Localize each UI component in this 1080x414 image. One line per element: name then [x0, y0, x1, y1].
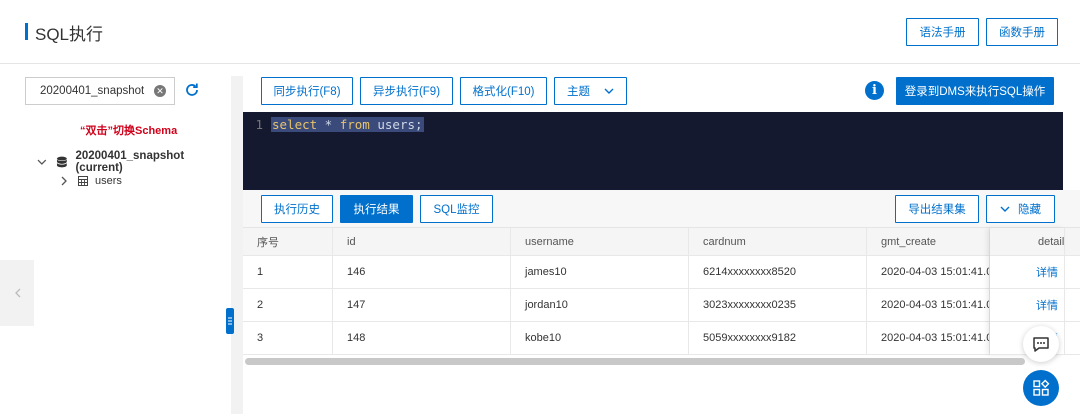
column-header[interactable]: id	[333, 228, 511, 255]
chevron-down-icon[interactable]	[36, 156, 48, 168]
table-cell: 3	[243, 322, 333, 354]
table-cell: 2	[243, 289, 333, 321]
title-accent-bar	[25, 23, 28, 40]
function-manual-button[interactable]: 函数手册	[986, 18, 1058, 46]
tree-item-users-label: users	[95, 175, 122, 187]
table-cell: jordan10	[511, 289, 689, 321]
tree-item-schema[interactable]: 20200401_snapshot (current)	[36, 150, 231, 174]
schema-select-value: 20200401_snapshot	[40, 85, 145, 97]
column-header[interactable]: username	[511, 228, 689, 255]
table-row: 2 147 jordan10 3023xxxxxxxx0235 2020-04-…	[243, 289, 1080, 322]
refresh-icon[interactable]	[184, 82, 200, 98]
page-title: SQL执行	[35, 25, 104, 44]
horizontal-scrollbar[interactable]	[245, 358, 1025, 365]
table-cell: 2020-04-03 15:01:41.0	[867, 256, 990, 288]
table-cell: 2020-04-03 15:01:41.0	[867, 322, 990, 354]
column-header[interactable]: 序号	[243, 228, 333, 255]
table-row: 1 146 james10 6214xxxxxxxx8520 2020-04-0…	[243, 256, 1080, 289]
sql-execution-page: SQL执行 语法手册 函数手册 20200401_snapshot ✕ “双击”…	[0, 0, 1080, 414]
apps-icon	[1033, 379, 1050, 396]
table-cell: 6214xxxxxxxx8520	[689, 256, 867, 288]
table-cell: james10	[511, 256, 689, 288]
clear-icon[interactable]: ✕	[154, 85, 166, 97]
hide-label: 隐藏	[1018, 204, 1041, 216]
chat-icon	[1033, 337, 1049, 352]
table-cell: 2020-04-03 15:01:41.0	[867, 289, 990, 321]
column-header[interactable]: cardnum	[689, 228, 867, 255]
syntax-manual-button[interactable]: 语法手册	[906, 18, 979, 46]
theme-dropdown[interactable]: 主题	[554, 77, 627, 105]
sql-editor[interactable]: 1 select * from users;	[243, 112, 1063, 190]
keyword-select: select	[272, 117, 318, 132]
page-header: SQL执行 语法手册 函数手册	[0, 0, 1080, 64]
chevron-right-icon[interactable]	[58, 175, 70, 187]
table-cell: 3023xxxxxxxx0235	[689, 289, 867, 321]
tree-item-users[interactable]: users	[58, 175, 122, 187]
login-dms-button[interactable]: 登录到DMS来执行SQL操作	[896, 77, 1054, 105]
column-header[interactable]: gmt_create	[867, 228, 990, 255]
apps-fab-button[interactable]	[1023, 370, 1059, 406]
format-button[interactable]: 格式化(F10)	[460, 77, 547, 105]
hide-results-button[interactable]: 隐藏	[986, 195, 1055, 223]
table-header-row: 序号 id username cardnum gmt_create detail	[243, 228, 1080, 256]
database-icon	[56, 156, 67, 168]
theme-dropdown-label: 主题	[567, 86, 590, 98]
switch-schema-hint: “双击”切换Schema	[80, 125, 178, 137]
code-star: *	[317, 117, 340, 132]
chat-fab-button[interactable]	[1023, 326, 1059, 362]
panel-divider[interactable]	[231, 76, 243, 414]
editor-line: 1 select * from users;	[243, 117, 424, 132]
info-icon[interactable]: i	[865, 81, 884, 100]
schema-select[interactable]: 20200401_snapshot ✕	[25, 77, 175, 105]
keyword-from: from	[339, 117, 370, 132]
left-collapse-tab[interactable]	[0, 260, 34, 326]
table-row: 3 148 kobe10 5059xxxxxxxx9182 2020-04-03…	[243, 322, 1080, 355]
table-cell: 146	[333, 256, 511, 288]
tab-sql-monitor[interactable]: SQL监控	[420, 195, 493, 223]
sync-execute-button[interactable]: 同步执行(F8)	[261, 77, 353, 105]
chevron-down-icon	[604, 88, 614, 94]
code-table: users;	[369, 117, 423, 132]
table-cell: kobe10	[511, 322, 689, 354]
table-cell: 147	[333, 289, 511, 321]
sql-code: select * from users;	[271, 117, 424, 132]
schema-panel: 20200401_snapshot ✕ “双击”切换Schema 2020040…	[0, 64, 231, 414]
tree-item-schema-label: 20200401_snapshot (current)	[75, 150, 185, 174]
async-execute-button[interactable]: 异步执行(F9)	[360, 77, 453, 105]
chevron-left-icon[interactable]	[13, 288, 23, 298]
tab-result[interactable]: 执行结果	[340, 195, 413, 223]
resize-handle-icon[interactable]	[225, 308, 235, 334]
tab-history[interactable]: 执行历史	[261, 195, 333, 223]
line-number: 1	[255, 117, 263, 132]
table-cell: 5059xxxxxxxx9182	[689, 322, 867, 354]
chevron-down-icon	[1000, 206, 1010, 212]
table-cell: 148	[333, 322, 511, 354]
table-icon	[78, 176, 88, 186]
table-cell: 1	[243, 256, 333, 288]
export-results-button[interactable]: 导出结果集	[895, 195, 979, 223]
